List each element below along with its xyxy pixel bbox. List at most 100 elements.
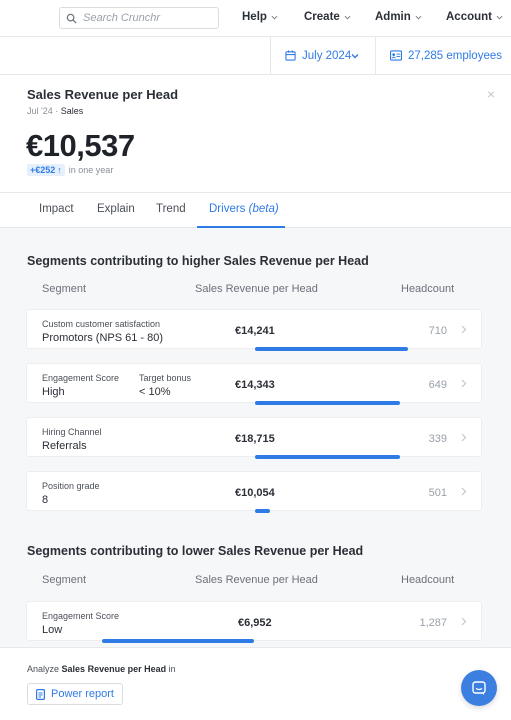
lower-section-title: Segments contributing to lower Sales Rev…: [27, 544, 364, 558]
segment-metric: €14,343: [235, 379, 275, 391]
chevron-down-icon: [351, 54, 359, 59]
segment-value: Referrals: [42, 440, 87, 452]
tab-explain[interactable]: Explain: [97, 203, 135, 215]
higher-col-metric: Sales Revenue per Head: [195, 283, 318, 295]
segment-metric: €14,241: [235, 325, 275, 337]
chat-icon: [472, 681, 486, 695]
segment-headcount: 710: [428, 325, 447, 337]
metric-delta: +€252 ↑ in one year: [27, 164, 113, 176]
footer: Analyze Sales Revenue per Head in Power …: [0, 647, 511, 720]
lower-col-headcount: Headcount: [401, 574, 455, 586]
menu-help-label: Help: [242, 11, 267, 23]
search-input[interactable]: [83, 12, 213, 24]
delta-suffix: in one year: [68, 165, 114, 175]
segment-value: Low: [42, 624, 63, 636]
segment-label: Engagement Score: [42, 373, 120, 383]
tab-explain-label: Explain: [97, 203, 135, 215]
menu-admin-label: Admin: [375, 11, 411, 23]
menu-admin[interactable]: Admin: [375, 11, 422, 23]
metric-separator: ·: [52, 106, 61, 116]
chevron-down-icon: [344, 15, 351, 19]
metric-period: Jul '24: [27, 106, 53, 116]
segment-label-2: Target bonus: [139, 373, 192, 383]
segment-value-2: < 10%: [139, 386, 171, 398]
date-filter[interactable]: July 2024: [270, 37, 376, 74]
metric-subtitle: Jul '24 · Sales: [27, 106, 83, 116]
menu-account[interactable]: Account: [446, 11, 503, 23]
delta-badge: +€252 ↑: [27, 164, 65, 176]
segment-row[interactable]: Engagement Score Low €6,952 1,287: [27, 602, 481, 643]
segment-headcount: 1,287: [419, 617, 447, 629]
higher-section-title: Segments contributing to higher Sales Re…: [27, 254, 369, 268]
tab-impact-label: Impact: [39, 203, 74, 215]
chevron-right-icon: [461, 379, 467, 388]
impact-bar: [255, 401, 400, 405]
segment-headcount: 649: [428, 379, 447, 391]
chevron-down-icon: [271, 15, 278, 19]
segment-row[interactable]: Custom customer satisfaction Promotors (…: [27, 310, 481, 351]
delta-value: +€252: [30, 165, 56, 175]
impact-bar: [255, 455, 400, 459]
menu-account-label: Account: [446, 11, 492, 23]
employees-filter-label: 27,285 employees: [408, 49, 502, 62]
impact-bar: [102, 639, 254, 643]
segment-label: Position grade: [42, 481, 100, 491]
chevron-down-icon: [415, 15, 422, 19]
impact-bar: [255, 347, 408, 351]
segment-value: High: [42, 386, 65, 398]
chevron-right-icon: [461, 325, 467, 334]
lower-col-metric: Sales Revenue per Head: [195, 574, 318, 586]
tab-drivers[interactable]: Drivers (beta): [209, 203, 279, 215]
segment-metric: €18,715: [235, 433, 275, 445]
chat-button[interactable]: [461, 670, 497, 706]
metric-value: €10,537: [26, 128, 135, 163]
metric-segment: Sales: [60, 106, 84, 116]
segment-label: Engagement Score: [42, 611, 120, 621]
chevron-right-icon: [461, 617, 467, 626]
segment-label: Custom customer satisfaction: [42, 319, 161, 329]
close-icon[interactable]: ×: [487, 86, 495, 102]
date-filter-label: July 2024: [302, 49, 352, 62]
chevron-right-icon: [461, 433, 467, 442]
segment-headcount: 501: [428, 487, 447, 499]
footer-prefix: Analyze: [27, 664, 60, 674]
segment-metric: €10,054: [235, 487, 275, 499]
impact-bar: [255, 509, 270, 513]
segment-value: 8: [42, 494, 49, 506]
tab-drivers-beta: (beta): [248, 203, 279, 215]
segment-row[interactable]: Engagement Score High Target bonus < 10%…: [27, 364, 481, 405]
segment-metric: €6,952: [238, 617, 272, 629]
employees-filter[interactable]: 27,285 employees: [390, 37, 502, 74]
top-navigation: Help Create Admin Account: [0, 0, 511, 37]
higher-col-segment: Segment: [42, 283, 87, 295]
chevron-right-icon: [461, 487, 467, 496]
menu-create-label: Create: [304, 11, 340, 23]
menu-create[interactable]: Create: [304, 11, 351, 23]
drivers-panel: Segments contributing to higher Sales Re…: [0, 228, 511, 647]
tab-impact[interactable]: Impact: [39, 203, 74, 215]
power-report-label: Power report: [51, 688, 114, 700]
segment-row[interactable]: Position grade 8 €10,054 501: [27, 472, 481, 513]
filter-bar: July 2024 27,285 employees: [0, 37, 511, 75]
chevron-down-icon: [496, 15, 503, 19]
tab-trend-label: Trend: [156, 203, 186, 215]
menu-help[interactable]: Help: [242, 11, 278, 23]
segment-row[interactable]: Hiring Channel Referrals €18,715 339: [27, 418, 481, 459]
segment-value: Promotors (NPS 61 - 80): [42, 332, 164, 344]
footer-suffix: in: [168, 664, 176, 674]
lower-col-segment: Segment: [42, 574, 87, 586]
power-report-button[interactable]: Power report: [27, 683, 123, 705]
segment-headcount: 339: [428, 433, 447, 445]
search-box[interactable]: [59, 7, 219, 29]
segment-label: Hiring Channel: [42, 427, 102, 437]
tab-trend[interactable]: Trend: [156, 203, 186, 215]
search-icon: [66, 13, 77, 24]
tab-drivers-label: Drivers: [209, 203, 246, 215]
footer-metric: Sales Revenue per Head: [61, 664, 167, 674]
metric-title: Sales Revenue per Head: [27, 87, 179, 102]
higher-col-headcount: Headcount: [401, 283, 455, 295]
footer-text: Analyze Sales Revenue per Head in: [27, 664, 176, 674]
arrow-up-icon: ↑: [57, 165, 62, 175]
tab-bar: Impact Explain Trend Drivers (beta): [0, 192, 511, 228]
calendar-icon: [285, 50, 296, 61]
